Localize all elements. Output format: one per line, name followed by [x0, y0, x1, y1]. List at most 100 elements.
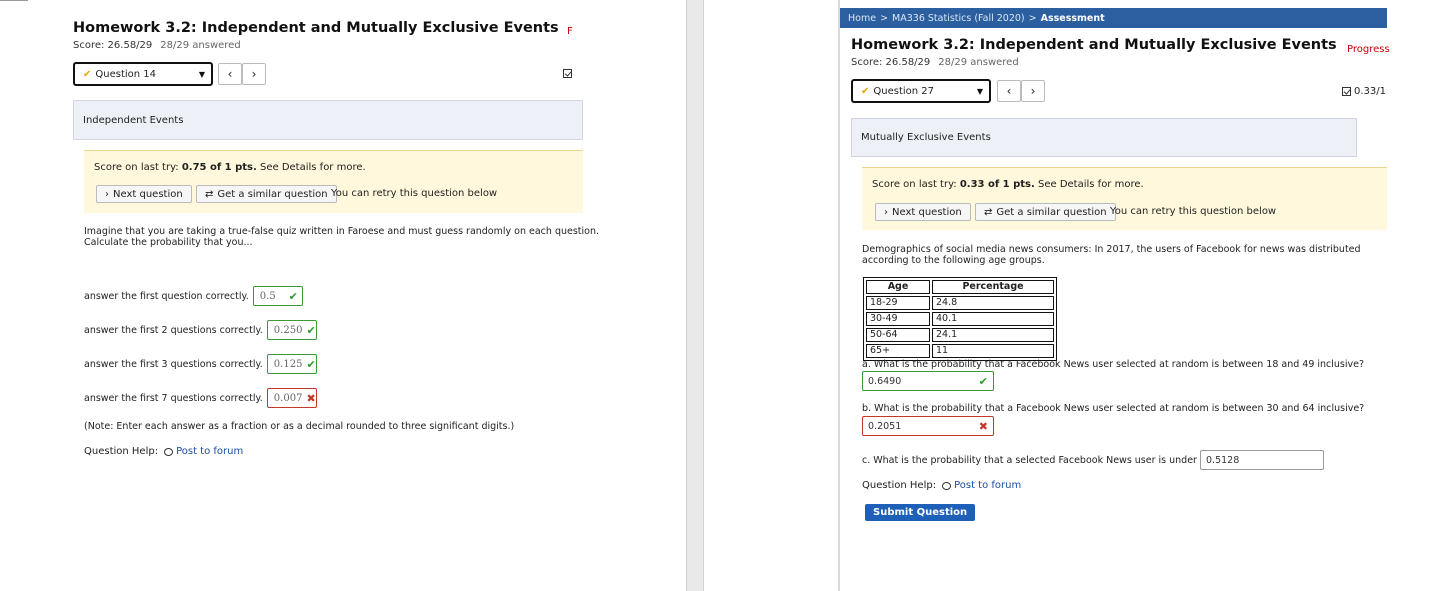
- answer-row-3: answer the first 3 questions correctly. …: [84, 354, 317, 374]
- cross-icon: ✖: [306, 391, 316, 405]
- checkmark-icon: ✔: [288, 289, 298, 303]
- repeat-icon: ⇄: [205, 188, 214, 200]
- feedback-line: Score on last try: 0.33 of 1 pts. See De…: [872, 179, 1144, 190]
- similar-question-button[interactable]: ⇄ Get a similar question: [196, 185, 337, 203]
- part-a-label: a. What is the probability that a Facebo…: [862, 359, 1365, 370]
- breadcrumb-separator: >: [880, 12, 889, 24]
- table-header-row: Age Percentage: [866, 280, 1054, 294]
- left-window: Homework 3.2: Independent and Mutually E…: [0, 0, 686, 591]
- next-question-arrow-button[interactable]: ›: [1021, 80, 1045, 102]
- feedback-score: 0.75 of 1 pts.: [181, 162, 257, 173]
- table-row: 18-29 24.8: [866, 296, 1054, 310]
- part-b-input[interactable]: 0.2051 ✖: [862, 416, 994, 436]
- answer-value: 0.125: [273, 358, 303, 370]
- chevron-right-icon: ›: [1030, 84, 1036, 98]
- answer-input[interactable]: 0.250 ✔: [266, 320, 317, 340]
- right-window: [704, 0, 1440, 591]
- table-row: 50-64 24.1: [866, 328, 1054, 342]
- breadcrumb-separator: >: [1028, 12, 1037, 24]
- answer-input[interactable]: 0.007 ✖: [266, 388, 317, 408]
- percentage-cell: 24.1: [932, 328, 1054, 342]
- feedback-box: Score on last try: 0.75 of 1 pts. See De…: [84, 150, 583, 213]
- answer-label: answer the first 3 questions correctly.: [84, 358, 263, 370]
- answer-value: 0.5: [259, 290, 276, 302]
- feedback-suffix: See Details for more.: [1034, 179, 1144, 190]
- cross-icon: ✖: [978, 419, 988, 433]
- prev-question-button[interactable]: ‹: [997, 80, 1021, 102]
- answer-label: answer the first 7 questions correctly.: [84, 392, 263, 404]
- post-to-forum-label: Post to forum: [954, 480, 1022, 491]
- answer-value: 0.007: [273, 392, 303, 404]
- question-text-line-2: Calculate the probability that you...: [84, 237, 253, 248]
- answer-value: 0.250: [273, 324, 303, 336]
- table-row: 30-49 40.1: [866, 312, 1054, 326]
- feedback-score: 0.33 of 1 pts.: [959, 179, 1035, 190]
- question-select-value: Question 14: [95, 68, 157, 80]
- question-help: Question Help: Post to forum: [862, 480, 1021, 491]
- retry-text: You can retry this question below: [1110, 206, 1277, 217]
- speech-bubble-icon: [942, 481, 952, 490]
- answer-row-4: answer the first 7 questions correctly. …: [84, 388, 317, 408]
- part-c-input[interactable]: 0.5128: [1200, 450, 1324, 470]
- chevron-right-icon: ›: [884, 206, 888, 218]
- similar-question-label: Get a similar question: [996, 206, 1107, 218]
- question-text-line-2: according to the following age groups.: [862, 255, 1045, 266]
- chevron-left-icon: ‹: [227, 67, 233, 81]
- part-c-label: c. What is the probability that a select…: [862, 455, 1218, 466]
- question-help: Question Help: Post to forum: [84, 446, 243, 457]
- part-a-input[interactable]: 0.6490 ✔: [862, 371, 994, 391]
- question-score-value: 0.33/1: [1354, 86, 1386, 97]
- part-b-value: 0.2051: [868, 420, 902, 432]
- post-to-forum-label: Post to forum: [176, 446, 244, 457]
- split-divider[interactable]: [686, 0, 704, 591]
- breadcrumb-course[interactable]: MA336 Statistics (Fall 2020): [892, 13, 1025, 24]
- question-text-line-1: Demographics of social media news consum…: [862, 244, 1361, 255]
- score-text: Score: 26.58/29: [73, 40, 153, 51]
- answer-label: answer the first 2 questions correctly.: [84, 324, 263, 336]
- answer-input[interactable]: 0.5 ✔: [252, 286, 303, 306]
- dropdown-caret-icon: ▼: [976, 86, 983, 96]
- checkmark-icon: ✔: [306, 357, 316, 371]
- page-title: Homework 3.2: Independent and Mutually E…: [73, 20, 559, 36]
- prev-question-button[interactable]: ‹: [218, 63, 242, 85]
- category-label: Independent Events: [83, 114, 184, 126]
- question-help-label: Question Help:: [84, 446, 159, 457]
- checkbox-icon: [1342, 87, 1351, 96]
- answer-row-2: answer the first 2 questions correctly. …: [84, 320, 317, 340]
- category-box: Mutually Exclusive Events: [851, 118, 1357, 157]
- feedback-prefix: Score on last try:: [94, 162, 182, 173]
- column-header-percentage: Percentage: [932, 280, 1054, 294]
- category-label: Mutually Exclusive Events: [861, 132, 991, 143]
- question-select[interactable]: ✔ Question 14 ▼: [73, 62, 213, 86]
- similar-question-label: Get a similar question: [217, 188, 328, 200]
- feedback-box: Score on last try: 0.33 of 1 pts. See De…: [862, 167, 1387, 230]
- age-cell: 30-49: [866, 312, 930, 326]
- table-row: 65+ 11: [866, 344, 1054, 358]
- post-to-forum-link[interactable]: Post to forum: [942, 480, 1021, 491]
- answer-input[interactable]: 0.125 ✔: [266, 354, 317, 374]
- score-text: Score: 26.58/29: [851, 57, 931, 68]
- category-box: Independent Events: [73, 100, 583, 140]
- similar-question-button[interactable]: ⇄ Get a similar question: [975, 203, 1116, 221]
- breadcrumb-home[interactable]: Home: [848, 13, 876, 24]
- age-cell: 50-64: [866, 328, 930, 342]
- next-question-label: Next question: [113, 188, 183, 200]
- next-question-button[interactable]: › Next question: [96, 185, 192, 203]
- part-a-value: 0.6490: [868, 375, 902, 387]
- post-to-forum-link[interactable]: Post to forum: [164, 446, 243, 457]
- age-cell: 65+: [866, 344, 930, 358]
- answered-count: 28/29 answered: [938, 57, 1019, 68]
- answer-row-1: answer the first question correctly. 0.5…: [84, 286, 303, 306]
- percentage-cell: 24.8: [932, 296, 1054, 310]
- column-header-age: Age: [866, 280, 930, 294]
- progress-link[interactable]: Progress: [1347, 44, 1390, 55]
- question-help-label: Question Help:: [862, 480, 937, 491]
- feedback-line: Score on last try: 0.75 of 1 pts. See De…: [94, 162, 366, 173]
- progress-link[interactable]: F: [567, 26, 573, 37]
- next-question-arrow-button[interactable]: ›: [242, 63, 266, 85]
- feedback-prefix: Score on last try:: [872, 179, 960, 190]
- question-select[interactable]: ✔ Question 27 ▼: [851, 79, 991, 103]
- answered-count: 28/29 answered: [160, 40, 241, 51]
- submit-question-button[interactable]: Submit Question: [865, 504, 976, 521]
- next-question-button[interactable]: › Next question: [875, 203, 971, 221]
